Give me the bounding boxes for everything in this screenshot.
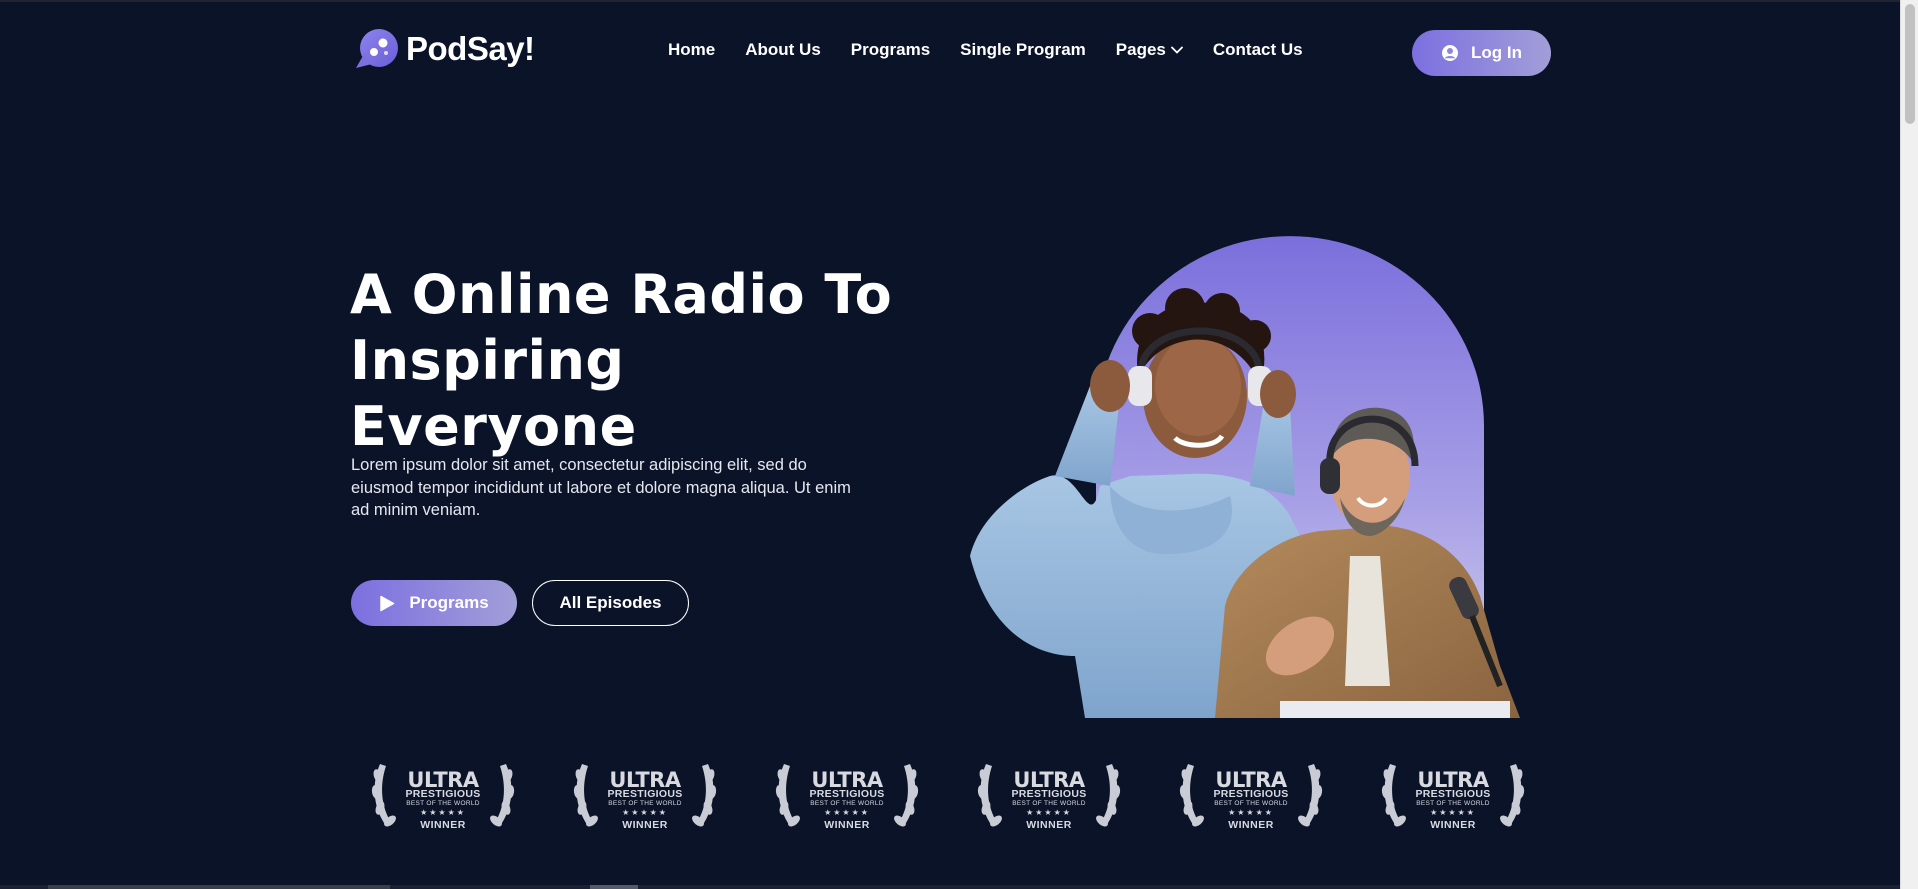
hero-description: Lorem ipsum dolor sit amet, consectetur … [351,456,851,519]
nav-item-about-us[interactable]: About Us [745,40,821,60]
chat-bubble-icon [352,28,400,70]
nav-item-label: Pages [1115,40,1166,59]
award-subtitle: PRESTIGIOUS [809,788,885,800]
award-subtitle: PRESTIGIOUS [607,788,683,800]
all-episodes-button[interactable]: All Episodes [532,580,689,626]
chevron-down-icon [1170,46,1183,54]
nav-item-pages[interactable]: Pages [1116,40,1183,60]
login-label: Log In [1471,43,1522,62]
award-badge: ULTRA PRESTIGIOUS BEST OF THE WORLD ★★★★… [572,758,718,834]
programs-button-label: Programs [409,593,489,612]
award-label: WINNER [824,819,870,831]
award-label: WINNER [1430,819,1476,831]
award-subtitle: PRESTIGIOUS [1415,788,1491,800]
nav-item-label: Single Program [960,40,1086,59]
award-label: WINNER [1026,819,1072,831]
nav-item-programs[interactable]: Programs [851,40,930,60]
nav-item-label: Contact Us [1212,40,1303,59]
main-nav: Home About Us Programs Single Program Pa… [668,40,1303,60]
award-tagline: BEST OF THE WORLD [406,800,480,807]
award-stars: ★★★★★ [1430,808,1476,817]
nav-item-contact-us[interactable]: Contact Us [1213,40,1303,60]
hero-title-line2: Inspiring Everyone [350,329,637,458]
hero-hosts-image [960,236,1550,718]
award-subtitle: PRESTIGIOUS [1213,788,1289,800]
login-button[interactable]: Log In [1412,30,1551,76]
programs-button[interactable]: Programs [351,580,517,626]
play-icon [380,595,395,611]
nav-item-label: About Us [745,40,821,59]
award-badge: ULTRA PRESTIGIOUS BEST OF THE WORLD ★★★★… [976,758,1122,834]
award-badge: ULTRA PRESTIGIOUS BEST OF THE WORLD ★★★★… [370,758,516,834]
all-episodes-button-label: All Episodes [559,593,662,612]
award-tagline: BEST OF THE WORLD [1214,800,1288,807]
nav-item-label: Programs [850,40,931,59]
award-badge: ULTRA PRESTIGIOUS BEST OF THE WORLD ★★★★… [1380,758,1526,834]
award-stars: ★★★★★ [622,808,668,817]
nav-item-single-program[interactable]: Single Program [960,40,1086,60]
award-stars: ★★★★★ [824,808,870,817]
brand-name: PodSay! [406,30,535,67]
award-badge: ULTRA PRESTIGIOUS BEST OF THE WORLD ★★★★… [1178,758,1324,834]
award-label: WINNER [1228,819,1274,831]
award-tagline: BEST OF THE WORLD [608,800,682,807]
scrollbar-thumb[interactable] [1905,4,1915,124]
award-label: WINNER [420,819,466,831]
award-subtitle: PRESTIGIOUS [1011,788,1087,800]
site-header: PodSay! Home About Us Programs Single Pr… [0,0,1900,105]
scrollbar-segment [48,885,390,889]
vertical-scrollbar[interactable] [1900,0,1918,889]
award-stars: ★★★★★ [1228,808,1274,817]
award-tagline: BEST OF THE WORLD [810,800,884,807]
user-circle-icon [1442,45,1458,61]
award-subtitle: PRESTIGIOUS [405,788,481,800]
award-stars: ★★★★★ [420,808,466,817]
brand-logo[interactable]: PodSay! [352,28,535,70]
scrollbar-segment [590,885,638,889]
award-tagline: BEST OF THE WORLD [1012,800,1086,807]
hero-title: A Online Radio To Inspiring Everyone [350,262,910,460]
award-stars: ★★★★★ [1026,808,1072,817]
nav-item-label: Home [668,40,716,59]
award-label: WINNER [622,819,668,831]
horizontal-scrollbar[interactable] [0,885,1900,889]
award-badge: ULTRA PRESTIGIOUS BEST OF THE WORLD ★★★★… [774,758,920,834]
nav-item-home[interactable]: Home [668,40,715,60]
awards-row: ULTRA PRESTIGIOUS BEST OF THE WORLD ★★★★… [370,758,1530,838]
hero-title-line1: A Online Radio To [350,263,893,326]
award-tagline: BEST OF THE WORLD [1416,800,1490,807]
